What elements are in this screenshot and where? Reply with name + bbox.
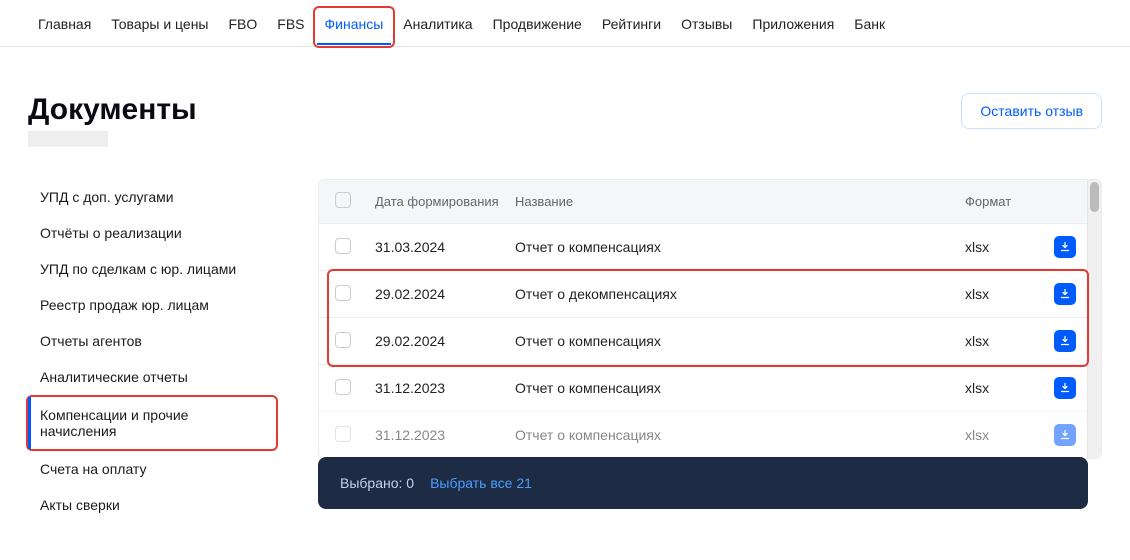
cell-date: 29.02.2024 <box>375 333 515 349</box>
download-icon[interactable] <box>1054 424 1076 446</box>
table-row: 29.02.2024Отчет о компенсацияхxlsx <box>319 317 1101 364</box>
sidebar-item-5[interactable]: Аналитические отчеты <box>28 359 288 395</box>
cell-name: Отчет о компенсациях <box>515 380 965 396</box>
sidebar-item-6[interactable]: Компенсации и прочие начисления <box>28 397 276 449</box>
row-checkbox[interactable] <box>335 426 351 442</box>
sidebar-item-1[interactable]: Отчёты о реализации <box>28 215 288 251</box>
sidebar-item-0[interactable]: УПД с доп. услугами <box>28 179 288 215</box>
nav-item-1[interactable]: Товары и цены <box>101 8 218 46</box>
nav-item-3[interactable]: FBS <box>267 8 314 46</box>
nav-item-8[interactable]: Отзывы <box>671 8 742 46</box>
table-row: 31.03.2024Отчет о компенсацияхxlsx <box>319 223 1101 270</box>
cell-format: xlsx <box>965 333 1045 349</box>
sidebar: УПД с доп. услугамиОтчёты о реализацииУП… <box>28 179 288 523</box>
documents-table: Дата формирования Название Формат 31.03.… <box>318 179 1102 459</box>
cell-date: 31.03.2024 <box>375 239 515 255</box>
cell-name: Отчет о декомпенсациях <box>515 286 965 302</box>
nav-item-5[interactable]: Аналитика <box>393 8 482 46</box>
sidebar-item-3[interactable]: Реестр продаж юр. лицам <box>28 287 288 323</box>
nav-item-9[interactable]: Приложения <box>742 8 844 46</box>
top-nav: ГлавнаяТовары и ценыFBOFBSФинансыАналити… <box>0 0 1130 47</box>
table-row: 31.12.2023Отчет о компенсацияхxlsx <box>319 364 1101 411</box>
cell-date: 31.12.2023 <box>375 427 515 443</box>
page-title: Документы <box>28 93 197 127</box>
column-header-format: Формат <box>965 194 1045 209</box>
cell-format: xlsx <box>965 427 1045 443</box>
page-header: Документы Оставить отзыв <box>0 47 1130 153</box>
cell-date: 29.02.2024 <box>375 286 515 302</box>
select-all-link[interactable]: Выбрать все 21 <box>430 475 532 491</box>
select-all-checkbox[interactable] <box>335 192 351 208</box>
cell-format: xlsx <box>965 380 1045 396</box>
column-header-name: Название <box>515 194 965 209</box>
feedback-button[interactable]: Оставить отзыв <box>961 93 1102 129</box>
download-icon[interactable] <box>1054 377 1076 399</box>
download-icon[interactable] <box>1054 330 1076 352</box>
row-checkbox[interactable] <box>335 285 351 301</box>
download-icon[interactable] <box>1054 283 1076 305</box>
nav-item-10[interactable]: Банк <box>844 8 895 46</box>
sidebar-item-4[interactable]: Отчеты агентов <box>28 323 288 359</box>
nav-item-2[interactable]: FBO <box>219 8 268 46</box>
scrollbar-thumb[interactable] <box>1090 182 1099 212</box>
cell-date: 31.12.2023 <box>375 380 515 396</box>
nav-item-6[interactable]: Продвижение <box>483 8 592 46</box>
cell-name: Отчет о компенсациях <box>515 239 965 255</box>
cell-name: Отчет о компенсациях <box>515 333 965 349</box>
cell-format: xlsx <box>965 286 1045 302</box>
row-checkbox[interactable] <box>335 332 351 348</box>
sidebar-item-7[interactable]: Счета на оплату <box>28 451 288 487</box>
download-icon[interactable] <box>1054 236 1076 258</box>
row-checkbox[interactable] <box>335 238 351 254</box>
page-subtitle-redacted <box>28 131 108 147</box>
sidebar-item-2[interactable]: УПД по сделкам с юр. лицами <box>28 251 288 287</box>
scrollbar-track[interactable] <box>1087 180 1101 458</box>
row-checkbox[interactable] <box>335 379 351 395</box>
cell-name: Отчет о компенсациях <box>515 427 965 443</box>
table-row: 31.12.2023Отчет о компенсацияхxlsx <box>319 411 1101 458</box>
table-header-row: Дата формирования Название Формат <box>319 180 1101 223</box>
nav-item-7[interactable]: Рейтинги <box>592 8 671 46</box>
selection-bar: Выбрано: 0 Выбрать все 21 <box>318 457 1088 509</box>
table-row: 29.02.2024Отчет о декомпенсацияхxlsx <box>319 270 1101 317</box>
sidebar-item-8[interactable]: Акты сверки <box>28 487 288 523</box>
cell-format: xlsx <box>965 239 1045 255</box>
nav-item-0[interactable]: Главная <box>28 8 101 46</box>
main-content: Дата формирования Название Формат 31.03.… <box>318 179 1102 523</box>
selection-count: Выбрано: 0 <box>340 475 414 491</box>
nav-item-4[interactable]: Финансы <box>313 6 396 48</box>
column-header-date: Дата формирования <box>375 194 515 209</box>
